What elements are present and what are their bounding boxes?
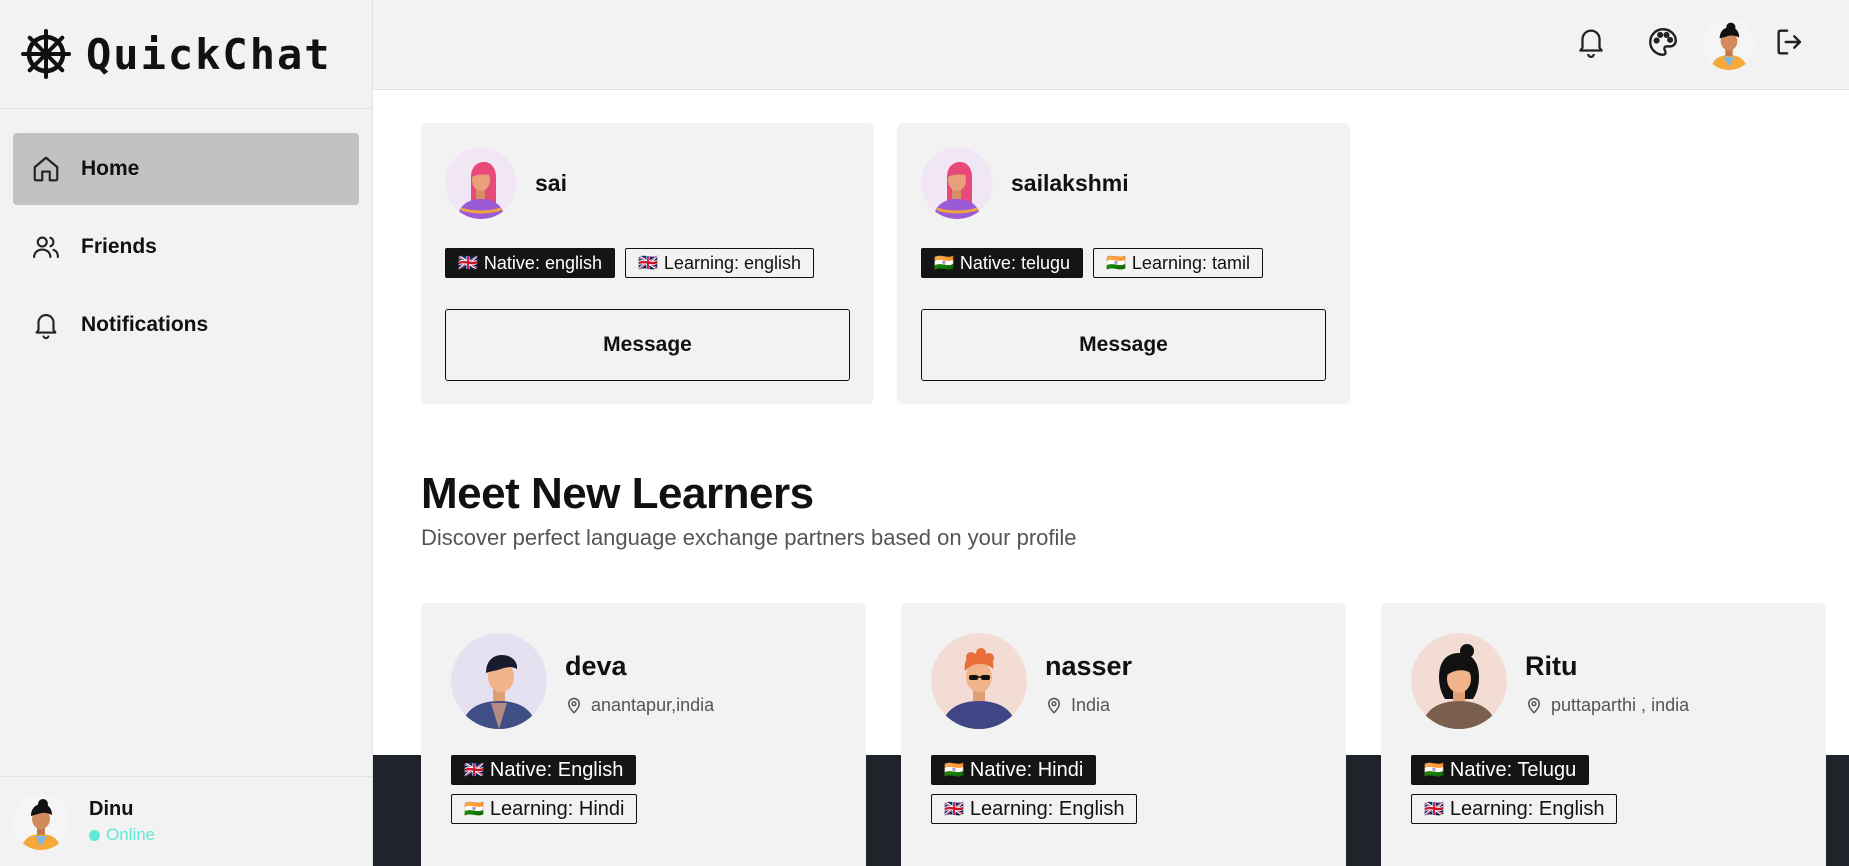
native-language-label: Native: telugu bbox=[959, 252, 1070, 273]
learner-name: nasser bbox=[1045, 651, 1133, 681]
notifications-button[interactable] bbox=[1569, 20, 1613, 64]
user-name: Dinu bbox=[89, 798, 134, 820]
language-tags: 🇬🇧 Native: English 🇮🇳 Learning: Hindi bbox=[451, 755, 638, 824]
avatar bbox=[451, 633, 547, 729]
brand[interactable]: QuickChat bbox=[0, 0, 372, 109]
sidebar-item-label: Home bbox=[81, 157, 140, 180]
native-language-label: Native: english bbox=[483, 252, 602, 273]
users-icon bbox=[33, 236, 59, 259]
section-subtitle: Discover perfect language exchange partn… bbox=[421, 525, 1077, 550]
learning-language-label: Learning: tamil bbox=[1131, 252, 1250, 273]
learner-location: puttaparthi , india bbox=[1525, 695, 1689, 716]
learner-location: India bbox=[1045, 695, 1110, 716]
main-content: sai 🇬🇧 Native: english 🇬🇧 Learning: englis… bbox=[373, 91, 1849, 866]
learning-language-label: Learning: English bbox=[969, 797, 1125, 820]
learning-language-badge: 🇬🇧 Learning: english bbox=[625, 248, 815, 278]
native-language-label: Native: English bbox=[489, 758, 624, 781]
flag-icon: 🇬🇧 bbox=[1424, 801, 1444, 818]
friend-name: sailakshmi bbox=[1011, 170, 1129, 196]
avatar bbox=[921, 147, 993, 219]
message-button[interactable]: Message bbox=[445, 309, 850, 381]
language-tags: 🇬🇧 Native: english 🇬🇧 Learning: english bbox=[445, 248, 815, 278]
flag-icon: 🇮🇳 bbox=[934, 255, 954, 272]
native-language-badge: 🇬🇧 Native: english bbox=[445, 248, 615, 278]
flag-icon: 🇮🇳 bbox=[1424, 762, 1444, 779]
sidebar-item-friends[interactable]: Friends bbox=[13, 211, 359, 283]
friend-card: sai 🇬🇧 Native: english 🇬🇧 Learning: englis… bbox=[421, 123, 874, 404]
avatar bbox=[931, 633, 1027, 729]
learning-language-badge: 🇮🇳 Learning: Hindi bbox=[451, 794, 638, 824]
native-language-badge: 🇮🇳 Native: telugu bbox=[921, 248, 1083, 278]
sidebar-item-notifications[interactable]: Notifications bbox=[13, 289, 359, 361]
sidebar: QuickChat Home Friends Notifications Din… bbox=[0, 0, 373, 866]
native-language-badge: 🇮🇳 Native: Telugu bbox=[1411, 755, 1590, 785]
bell-icon bbox=[35, 314, 57, 340]
ship-wheel-icon bbox=[21, 29, 71, 79]
logout-button[interactable] bbox=[1768, 20, 1812, 64]
sidebar-item-label: Friends bbox=[81, 235, 157, 258]
native-language-label: Native: Telugu bbox=[1449, 758, 1577, 781]
learner-card: Ritu puttaparthi , india 🇮🇳 Native: Telug… bbox=[1381, 603, 1826, 866]
map-pin-icon bbox=[567, 697, 581, 714]
friend-name: sai bbox=[535, 170, 567, 196]
learner-name: deva bbox=[565, 651, 627, 681]
map-pin-icon bbox=[1527, 697, 1541, 714]
learning-language-label: Learning: English bbox=[1449, 797, 1605, 820]
language-tags: 🇮🇳 Native: telugu 🇮🇳 Learning: tamil bbox=[921, 248, 1263, 278]
online-dot-icon bbox=[89, 829, 100, 841]
sidebar-nav: Home Friends Notifications bbox=[0, 109, 372, 361]
location-label: puttaparthi , india bbox=[1551, 695, 1690, 715]
sidebar-item-home[interactable]: Home bbox=[13, 133, 359, 205]
profile-avatar[interactable] bbox=[1703, 18, 1755, 70]
online-status: Online bbox=[89, 825, 155, 845]
flag-icon: 🇮🇳 bbox=[1106, 255, 1126, 272]
sidebar-item-label: Notifications bbox=[81, 313, 209, 336]
app-name: QuickChat bbox=[86, 29, 332, 79]
language-tags: 🇮🇳 Native: Hindi 🇬🇧 Learning: English bbox=[931, 755, 1138, 824]
flag-icon: 🇬🇧 bbox=[638, 255, 658, 272]
location-label: anantapur,india bbox=[591, 695, 715, 715]
map-pin-icon bbox=[1047, 697, 1061, 714]
flag-icon: 🇬🇧 bbox=[464, 762, 484, 779]
learning-language-badge: 🇮🇳 Learning: tamil bbox=[1093, 248, 1263, 278]
learner-name: Ritu bbox=[1525, 651, 1578, 681]
avatar bbox=[13, 793, 69, 850]
message-button[interactable]: Message bbox=[921, 309, 1326, 381]
top-bar bbox=[373, 0, 1849, 90]
flag-icon: 🇬🇧 bbox=[458, 255, 478, 272]
home-icon bbox=[33, 156, 59, 182]
flag-icon: 🇬🇧 bbox=[944, 801, 964, 818]
avatar bbox=[445, 147, 517, 219]
native-language-badge: 🇮🇳 Native: Hindi bbox=[931, 755, 1097, 785]
learner-card: deva anantapur,india 🇬🇧 Native: English 🇮… bbox=[421, 603, 866, 866]
location-label: India bbox=[1071, 695, 1111, 715]
native-language-label: Native: Hindi bbox=[969, 758, 1084, 781]
native-language-badge: 🇬🇧 Native: English bbox=[451, 755, 637, 785]
section-title: Meet New Learners bbox=[421, 469, 814, 518]
palette-icon bbox=[1649, 28, 1677, 56]
avatar bbox=[1411, 633, 1507, 729]
bell-icon bbox=[1579, 29, 1603, 58]
learning-language-badge: 🇬🇧 Learning: English bbox=[1411, 794, 1618, 824]
status-label: Online bbox=[106, 825, 156, 844]
learner-location: anantapur,india bbox=[565, 695, 714, 716]
learning-language-label: Learning: english bbox=[663, 252, 802, 273]
learner-card: nasser India 🇮🇳 Native: Hindi 🇬🇧 Learning:… bbox=[901, 603, 1346, 866]
theme-button[interactable] bbox=[1641, 20, 1685, 64]
language-tags: 🇮🇳 Native: Telugu 🇬🇧 Learning: English bbox=[1411, 755, 1618, 824]
learning-language-badge: 🇬🇧 Learning: English bbox=[931, 794, 1138, 824]
flag-icon: 🇮🇳 bbox=[944, 762, 964, 779]
learning-language-label: Learning: Hindi bbox=[489, 797, 625, 820]
current-user-panel[interactable]: Dinu Online bbox=[0, 776, 372, 866]
friend-card: sailakshmi 🇮🇳 Native: telugu 🇮🇳 Learning: … bbox=[897, 123, 1350, 404]
flag-icon: 🇮🇳 bbox=[464, 801, 484, 818]
logout-icon bbox=[1777, 29, 1802, 55]
